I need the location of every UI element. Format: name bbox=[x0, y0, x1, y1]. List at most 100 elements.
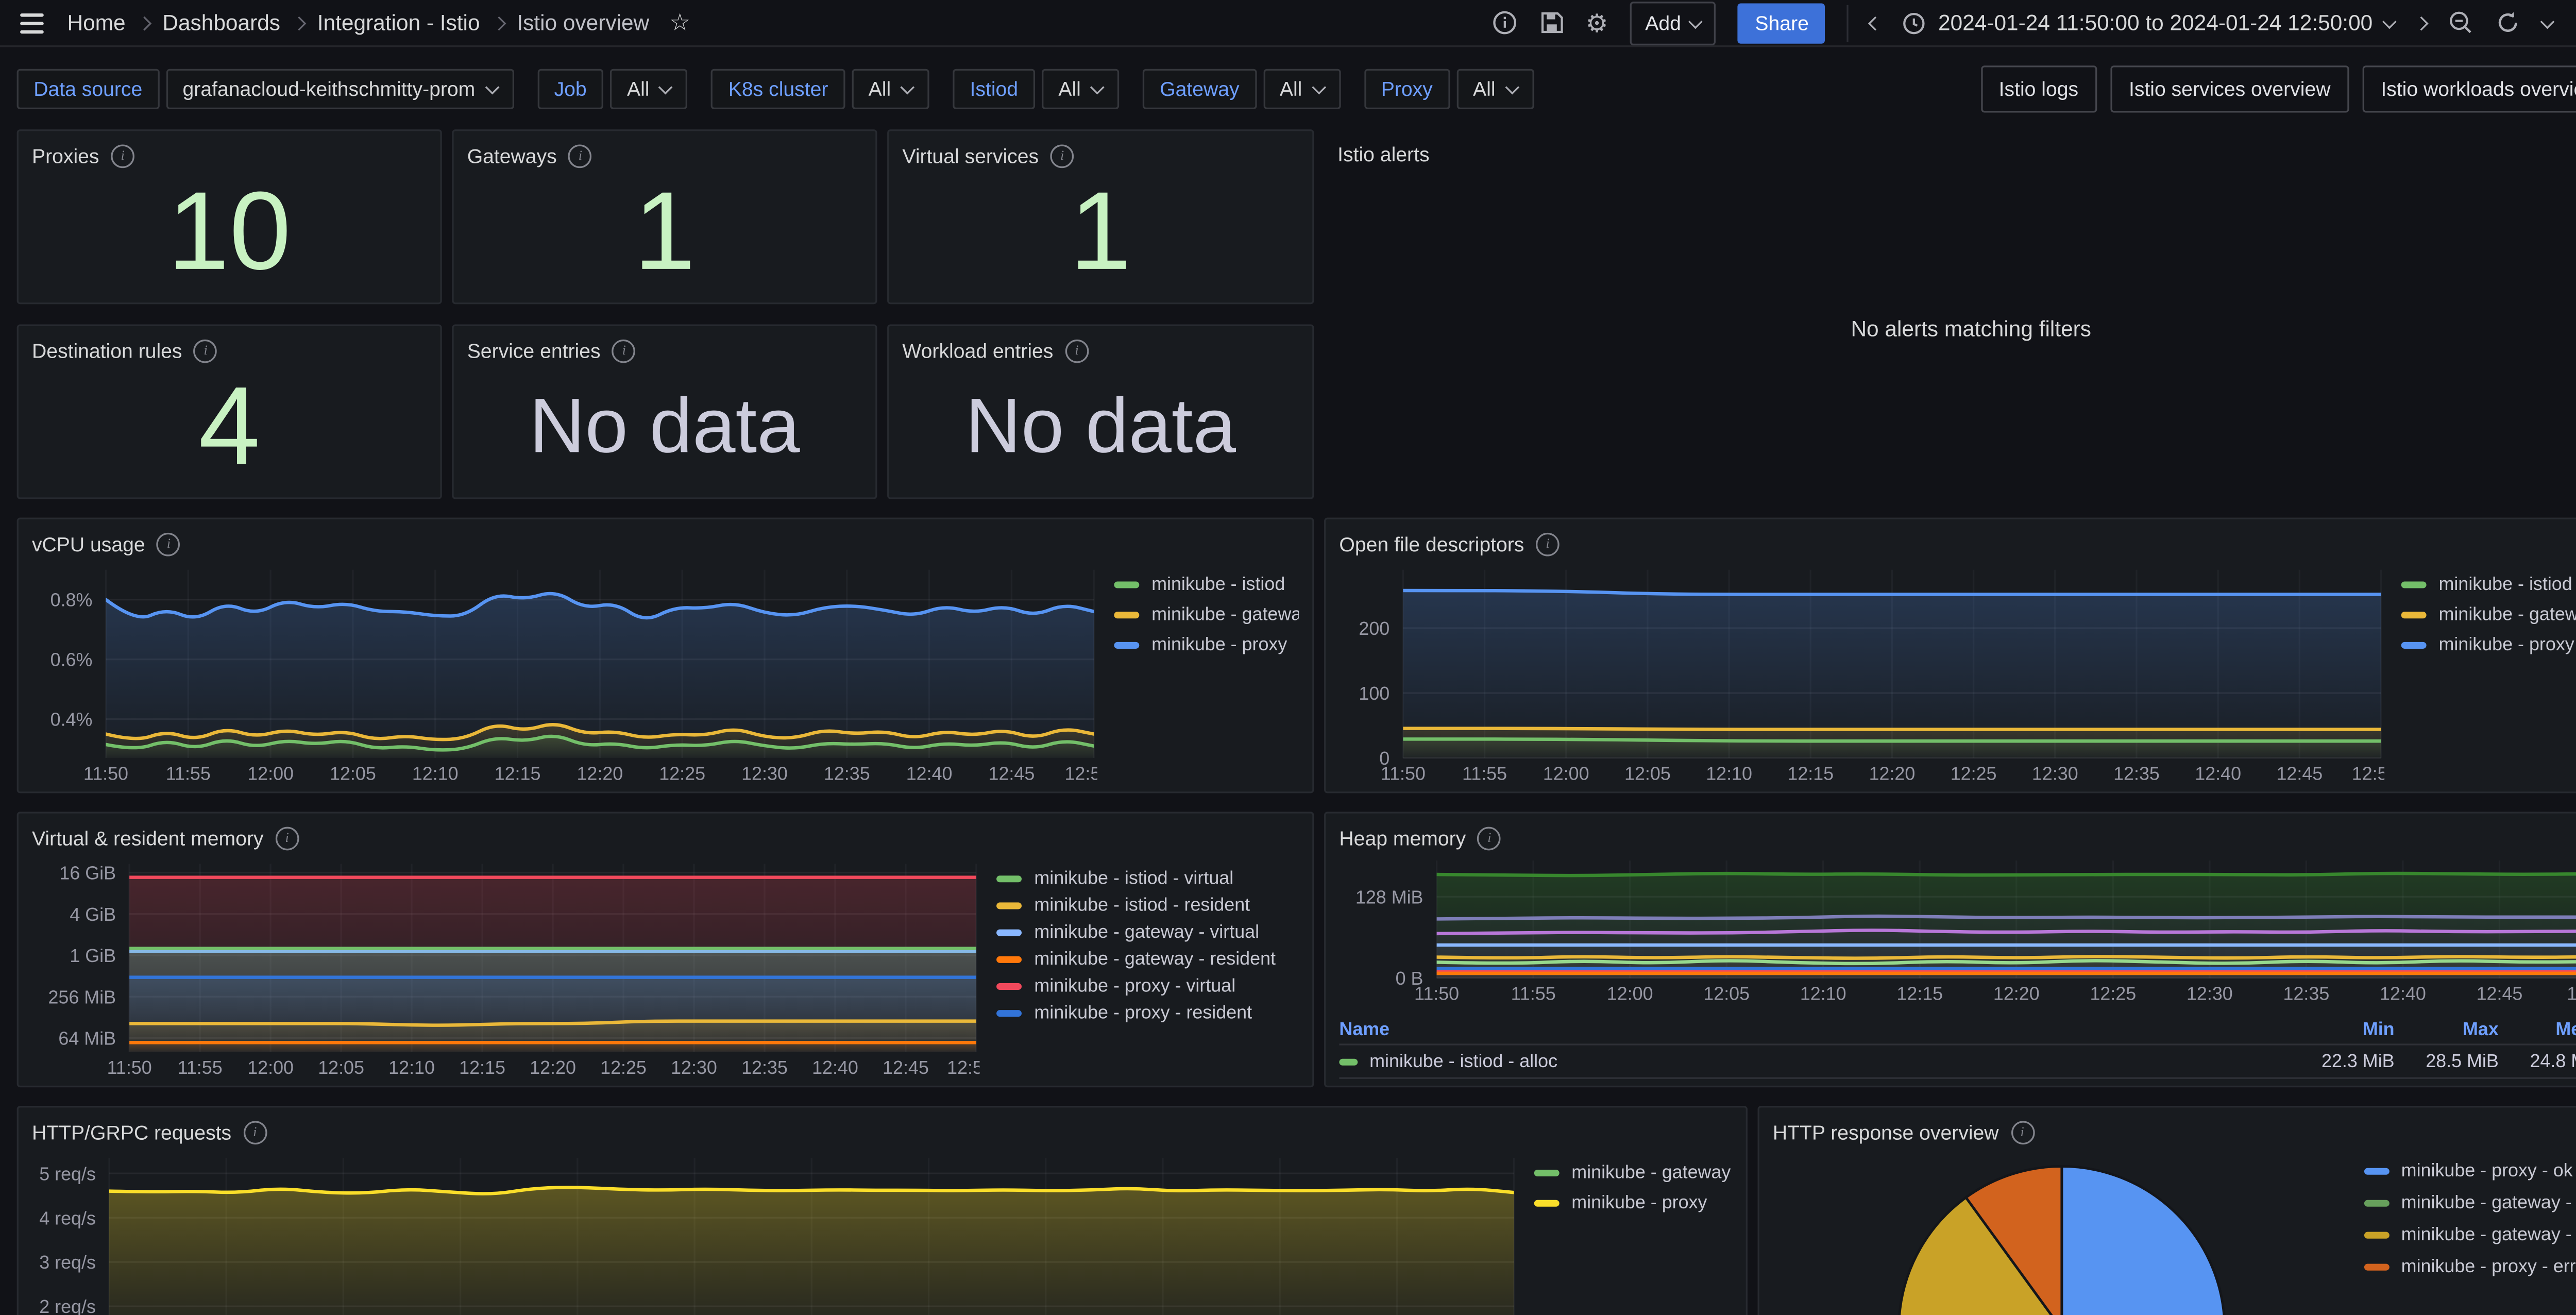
breadcrumb-folder[interactable]: Integration - Istio bbox=[317, 10, 480, 36]
legend-item[interactable]: minikube - gateway - ok bbox=[2364, 1193, 2576, 1213]
legend-item[interactable]: minikube - gateway bbox=[1114, 605, 1299, 625]
breadcrumb: Home Dashboards Integration - Istio Isti… bbox=[67, 8, 690, 37]
save-icon[interactable] bbox=[1538, 10, 1564, 36]
svg-text:3 req/s: 3 req/s bbox=[39, 1252, 96, 1273]
legend-item[interactable]: minikube - gateway - virtual bbox=[997, 923, 1299, 943]
breadcrumb-dashboards[interactable]: Dashboards bbox=[162, 10, 280, 36]
zoom-out-icon[interactable] bbox=[2448, 10, 2473, 36]
heap-col-min[interactable]: Min bbox=[2290, 1020, 2394, 1040]
dashboard-insights-icon[interactable] bbox=[1492, 10, 1517, 36]
panel-title[interactable]: Heap memory bbox=[1339, 826, 1466, 850]
info-icon[interactable]: i bbox=[243, 1120, 267, 1144]
time-range-picker[interactable]: 2024-01-24 11:50:00 to 2024-01-24 12:50:… bbox=[1903, 10, 2395, 36]
panel-heap-memory: Heap memory i 11:5011:5512:0012:0512:1012… bbox=[1324, 812, 2576, 1087]
istio-workloads-overview-link[interactable]: Istio workloads overview bbox=[2362, 65, 2576, 112]
panel-title[interactable]: Virtual services bbox=[902, 144, 1039, 167]
legend-item[interactable]: minikube - istiod bbox=[1114, 575, 1299, 595]
legend-item[interactable]: minikube - istiod - resident bbox=[997, 896, 1299, 916]
legend-item[interactable]: minikube - proxy bbox=[1535, 1193, 1733, 1213]
info-icon[interactable]: i bbox=[1478, 826, 1501, 850]
istio-logs-link[interactable]: Istio logs bbox=[1980, 65, 2097, 112]
panel-title[interactable]: Istio alerts bbox=[1337, 142, 1429, 166]
datasource-select[interactable]: grafanacloud-keithschmitty-prom bbox=[166, 68, 514, 108]
legend-item[interactable]: minikube - gateway - error bbox=[2364, 1225, 2576, 1245]
istiod-select[interactable]: All bbox=[1042, 68, 1120, 108]
heap-chart[interactable]: 11:5011:5512:0012:0512:1012:1512:2012:25… bbox=[1339, 861, 2576, 1005]
legend-item[interactable]: minikube - proxy - ok bbox=[2364, 1161, 2576, 1182]
info-icon[interactable]: i bbox=[194, 339, 217, 362]
panel-title[interactable]: Proxies bbox=[32, 144, 99, 167]
svg-text:12:35: 12:35 bbox=[2113, 763, 2160, 784]
legend-item[interactable]: minikube - gateway bbox=[2402, 605, 2576, 625]
panel-destination-rules: Destination rulesi 4 bbox=[17, 324, 442, 499]
vcpu-chart[interactable]: 11:5011:5512:0012:0512:1012:1512:2012:25… bbox=[32, 570, 1098, 788]
info-icon[interactable]: i bbox=[612, 339, 636, 362]
info-icon[interactable]: i bbox=[1536, 532, 1560, 555]
heap-table-row[interactable]: minikube - istiod - alloc22.3 MiB28.5 Mi… bbox=[1339, 1043, 2576, 1077]
panel-title[interactable]: Destination rules bbox=[32, 339, 182, 362]
svg-text:100: 100 bbox=[1359, 683, 1389, 704]
svg-text:12:25: 12:25 bbox=[2090, 984, 2136, 1004]
heap-table-row[interactable]: minikube - istiod - inuse30.8 MiB34.2 Mi… bbox=[1339, 1077, 2576, 1088]
info-icon[interactable]: i bbox=[1065, 339, 1089, 362]
svg-text:12:40: 12:40 bbox=[906, 763, 953, 784]
http-chart[interactable]: 11:5011:5512:0012:0512:1012:1512:2012:25… bbox=[32, 1158, 1518, 1315]
panel-proxies: Proxiesi 10 bbox=[17, 129, 442, 304]
refresh-interval-dropdown[interactable] bbox=[2543, 20, 2553, 26]
gear-icon[interactable]: ⚙ bbox=[1586, 8, 1608, 38]
panel-title[interactable]: vCPU usage bbox=[32, 532, 145, 555]
info-icon[interactable]: i bbox=[275, 826, 299, 850]
legend-color-chip bbox=[997, 930, 1023, 936]
http-response-pie-chart[interactable] bbox=[1773, 1148, 2344, 1315]
grafana-dashboard: Home Dashboards Integration - Istio Isti… bbox=[0, 0, 2576, 1315]
menu-icon[interactable] bbox=[20, 12, 44, 32]
heap-col-max[interactable]: Max bbox=[2395, 1020, 2499, 1040]
star-icon[interactable]: ☆ bbox=[669, 8, 690, 37]
panel-http-grpc-requests: HTTP/GRPC requests i 11:5011:5512:0012:05… bbox=[17, 1106, 1748, 1315]
panel-title[interactable]: Virtual & resident memory bbox=[32, 826, 264, 850]
heap-col-mean[interactable]: Mean bbox=[2499, 1020, 2576, 1040]
panel-title[interactable]: Gateways bbox=[467, 144, 557, 167]
proxy-select[interactable]: All bbox=[1456, 68, 1534, 108]
vmem-chart[interactable]: 11:5011:5512:0012:0512:1012:1512:2012:25… bbox=[32, 864, 980, 1082]
legend-color-chip bbox=[997, 956, 1023, 963]
svg-text:12:45: 12:45 bbox=[883, 1057, 929, 1078]
legend-item[interactable]: minikube - proxy - virtual bbox=[997, 976, 1299, 997]
info-icon[interactable]: i bbox=[157, 532, 181, 555]
panel-title[interactable]: HTTP/GRPC requests bbox=[32, 1120, 231, 1144]
legend-color-chip bbox=[2364, 1200, 2389, 1207]
refresh-icon[interactable] bbox=[2495, 10, 2520, 36]
legend-item[interactable]: minikube - proxy - resident bbox=[997, 1003, 1299, 1023]
time-back-icon[interactable] bbox=[1871, 18, 1882, 28]
gateway-label: Gateway bbox=[1143, 68, 1257, 108]
share-button[interactable]: Share bbox=[1738, 3, 1826, 43]
stat-value: 1 bbox=[634, 175, 696, 285]
panel-title[interactable]: Open file descriptors bbox=[1339, 532, 1524, 555]
info-icon[interactable]: i bbox=[111, 144, 134, 167]
breadcrumb-home[interactable]: Home bbox=[67, 10, 125, 36]
info-icon[interactable]: i bbox=[569, 144, 592, 167]
heap-col-name[interactable]: Name bbox=[1339, 1020, 2290, 1040]
legend-item[interactable]: minikube - istiod bbox=[2402, 575, 2576, 595]
legend-item[interactable]: minikube - proxy - error bbox=[2364, 1257, 2576, 1277]
info-icon[interactable]: i bbox=[1050, 144, 1074, 167]
legend-item[interactable]: minikube - gateway bbox=[1535, 1163, 1733, 1183]
gateway-select[interactable]: All bbox=[1263, 68, 1341, 108]
job-select[interactable]: All bbox=[610, 68, 688, 108]
legend-item[interactable]: minikube - proxy bbox=[2402, 635, 2576, 655]
panel-title[interactable]: Workload entries bbox=[902, 339, 1053, 362]
panel-title[interactable]: Service entries bbox=[467, 339, 601, 362]
info-icon[interactable]: i bbox=[2010, 1120, 2034, 1144]
legend-item[interactable]: minikube - istiod - virtual bbox=[997, 869, 1299, 889]
svg-text:200: 200 bbox=[1359, 618, 1389, 639]
time-forward-icon[interactable] bbox=[2416, 18, 2427, 28]
legend-item[interactable]: minikube - gateway - resident bbox=[997, 950, 1299, 970]
k8s-cluster-label: K8s cluster bbox=[711, 68, 845, 108]
k8s-cluster-select[interactable]: All bbox=[852, 68, 929, 108]
openfd-chart[interactable]: 11:5011:5512:0012:0512:1012:1512:2012:25… bbox=[1339, 570, 2385, 788]
svg-text:12:05: 12:05 bbox=[1703, 984, 1750, 1004]
panel-title[interactable]: HTTP response overview bbox=[1773, 1120, 1999, 1144]
legend-item[interactable]: minikube - proxy bbox=[1114, 635, 1299, 655]
istio-services-overview-link[interactable]: Istio services overview bbox=[2110, 65, 2349, 112]
add-button[interactable]: Add bbox=[1630, 1, 1717, 45]
